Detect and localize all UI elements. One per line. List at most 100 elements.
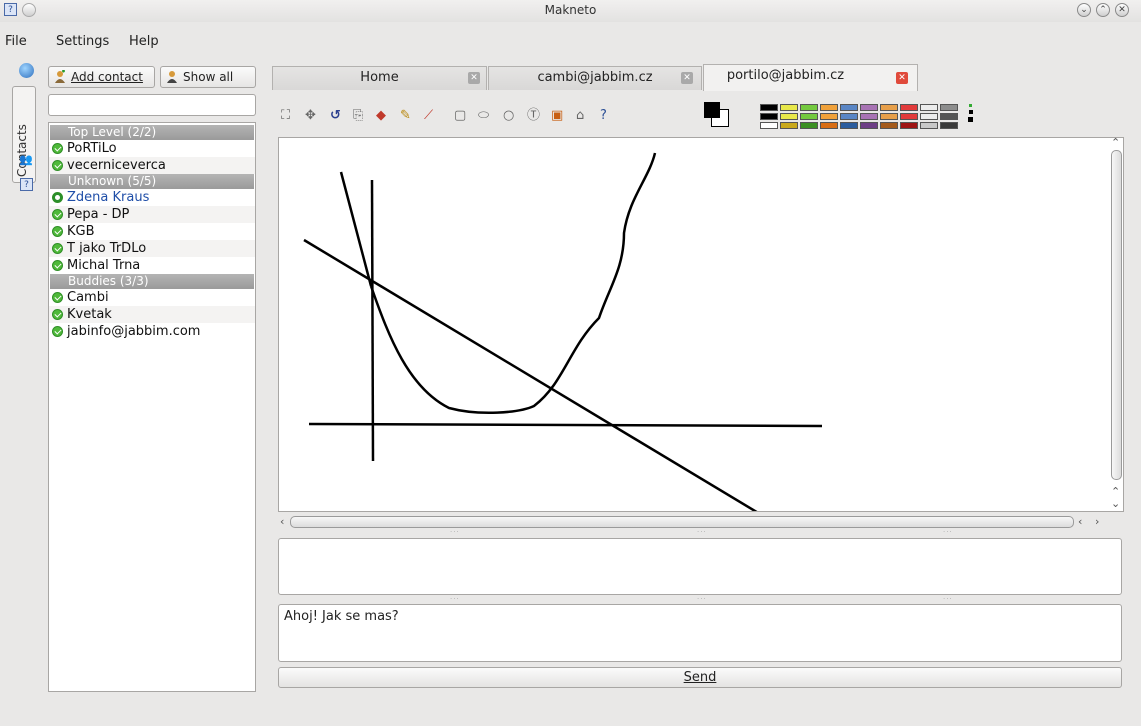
eraser-icon[interactable]: ◆ bbox=[376, 108, 386, 124]
line-icon[interactable]: ⟋ bbox=[424, 108, 433, 124]
whiteboard-canvas[interactable] bbox=[278, 137, 1124, 512]
palette-swatch[interactable] bbox=[840, 122, 858, 129]
select-icon[interactable]: ⛶ bbox=[281, 108, 290, 124]
rectangle-icon[interactable]: ▢ bbox=[454, 108, 466, 124]
side-help-icon[interactable]: ? bbox=[20, 178, 33, 191]
palette-swatch[interactable] bbox=[900, 104, 918, 111]
close-tab-icon[interactable]: ✕ bbox=[468, 72, 480, 84]
contact-item[interactable]: Zdena Kraus bbox=[49, 189, 255, 206]
text-icon[interactable]: Ⓣ bbox=[527, 108, 540, 124]
minimize-button[interactable]: ⌄ bbox=[1077, 3, 1091, 17]
scroll-up-arrow[interactable]: ⌃ bbox=[1111, 136, 1120, 149]
palette-swatch[interactable] bbox=[920, 104, 938, 111]
contacts-side-tab[interactable]: Contacts bbox=[12, 86, 36, 183]
palette-swatch[interactable] bbox=[820, 104, 838, 111]
close-button[interactable]: ✕ bbox=[1115, 3, 1129, 17]
contact-item[interactable]: vecerniceverca bbox=[49, 157, 255, 174]
scroll-down-arrow[interactable]: ⌄ bbox=[1111, 497, 1120, 510]
contact-name: KGB bbox=[67, 224, 95, 239]
palette-swatch[interactable] bbox=[820, 122, 838, 129]
palette-swatch[interactable] bbox=[760, 104, 778, 111]
contact-search-input[interactable] bbox=[48, 94, 256, 116]
palette-swatch[interactable] bbox=[860, 104, 878, 111]
tab-home[interactable]: Home ✕ bbox=[272, 66, 487, 90]
scroll-left-arrow-right[interactable]: ‹ bbox=[1078, 515, 1082, 528]
palette-swatch[interactable] bbox=[840, 104, 858, 111]
title-bar: ? Makneto ⌄ ⌃ ✕ bbox=[0, 0, 1141, 22]
palette-swatch[interactable] bbox=[880, 104, 898, 111]
help-icon[interactable]: ? bbox=[600, 108, 607, 124]
palette-swatch[interactable] bbox=[800, 113, 818, 120]
move-icon[interactable]: ✥ bbox=[305, 108, 316, 124]
online-status-icon bbox=[52, 309, 63, 320]
contact-item[interactable]: PoRTiLo bbox=[49, 140, 255, 157]
palette-swatch[interactable] bbox=[880, 113, 898, 120]
group-header[interactable]: Top Level (2/2) bbox=[50, 125, 254, 140]
palette-swatch[interactable] bbox=[760, 113, 778, 120]
contact-item[interactable]: Kvetak bbox=[49, 306, 255, 323]
splitter-handle[interactable]: ··· bbox=[697, 528, 707, 536]
add-contact-button[interactable]: Add contact bbox=[48, 66, 155, 88]
contact-item[interactable]: jabinfo@jabbim.com bbox=[49, 323, 255, 340]
contact-item[interactable]: Pepa - DP bbox=[49, 206, 255, 223]
palette-swatch[interactable] bbox=[820, 113, 838, 120]
horizontal-scrollbar-thumb[interactable] bbox=[290, 516, 1074, 528]
palette-swatch[interactable] bbox=[940, 122, 958, 129]
contact-item[interactable]: Michal Trna bbox=[49, 257, 255, 274]
pen-size-indicator[interactable] bbox=[968, 104, 973, 128]
contact-item[interactable]: KGB bbox=[49, 223, 255, 240]
close-tab-icon[interactable]: ✕ bbox=[896, 72, 908, 84]
foreground-color-swatch[interactable] bbox=[704, 102, 720, 118]
picture-icon[interactable]: ⌂ bbox=[576, 108, 584, 124]
palette-swatch[interactable] bbox=[920, 122, 938, 129]
splitter-handle[interactable]: ··· bbox=[450, 528, 460, 536]
chat-log[interactable] bbox=[278, 538, 1122, 595]
palette-swatch[interactable] bbox=[860, 122, 878, 129]
palette-swatch[interactable] bbox=[920, 113, 938, 120]
palette-swatch[interactable] bbox=[900, 122, 918, 129]
contact-item[interactable]: T jako TrDLo bbox=[49, 240, 255, 257]
scroll-right-arrow[interactable]: › bbox=[1095, 515, 1099, 528]
splitter-handle[interactable]: ··· bbox=[450, 595, 460, 603]
palette-swatch[interactable] bbox=[760, 122, 778, 129]
group-header[interactable]: Buddies (3/3) bbox=[50, 274, 254, 289]
show-all-button[interactable]: Show all bbox=[160, 66, 256, 88]
message-input[interactable]: Ahoj! Jak se mas? bbox=[278, 604, 1122, 662]
maximize-button[interactable]: ⌃ bbox=[1096, 3, 1110, 17]
online-status-icon bbox=[52, 326, 63, 337]
splitter-handle[interactable]: ··· bbox=[943, 528, 953, 536]
vertical-scrollbar-thumb[interactable] bbox=[1111, 150, 1122, 480]
palette-swatch[interactable] bbox=[780, 113, 798, 120]
palette-swatch[interactable] bbox=[780, 104, 798, 111]
contact-item[interactable]: Cambi bbox=[49, 289, 255, 306]
group-header[interactable]: Unknown (5/5) bbox=[50, 174, 254, 189]
palette-swatch[interactable] bbox=[780, 122, 798, 129]
pencil-icon[interactable]: ✎ bbox=[400, 108, 411, 124]
image-icon[interactable]: ▣ bbox=[551, 108, 563, 124]
users-icon[interactable]: 👥 bbox=[19, 153, 33, 166]
palette-swatch[interactable] bbox=[840, 113, 858, 120]
circle-icon[interactable]: ○ bbox=[503, 108, 514, 124]
clear-icon[interactable]: ⎘ bbox=[353, 108, 363, 124]
palette-swatch[interactable] bbox=[940, 104, 958, 111]
send-button[interactable]: Send bbox=[278, 667, 1122, 688]
splitter-handle[interactable]: ··· bbox=[697, 595, 707, 603]
palette-swatch[interactable] bbox=[800, 104, 818, 111]
palette-swatch[interactable] bbox=[800, 122, 818, 129]
undo-icon[interactable]: ↺ bbox=[330, 108, 341, 124]
splitter-handle[interactable]: ··· bbox=[943, 595, 953, 603]
palette-swatch[interactable] bbox=[880, 122, 898, 129]
palette-swatch[interactable] bbox=[860, 113, 878, 120]
scroll-left-arrow[interactable]: ‹ bbox=[280, 515, 284, 528]
tab-portilo[interactable]: portilo@jabbim.cz ✕ bbox=[703, 64, 918, 91]
menu-settings[interactable]: Settings bbox=[56, 34, 109, 49]
close-tab-icon[interactable]: ✕ bbox=[681, 72, 693, 84]
tab-cambi[interactable]: cambi@jabbim.cz ✕ bbox=[488, 66, 702, 90]
palette-swatch[interactable] bbox=[900, 113, 918, 120]
globe-icon[interactable] bbox=[19, 63, 34, 78]
menu-file[interactable]: File bbox=[5, 34, 27, 49]
menu-help[interactable]: Help bbox=[129, 34, 159, 49]
ellipse-icon[interactable]: ⬭ bbox=[478, 108, 489, 124]
online-status-icon bbox=[52, 226, 63, 237]
palette-swatch[interactable] bbox=[940, 113, 958, 120]
